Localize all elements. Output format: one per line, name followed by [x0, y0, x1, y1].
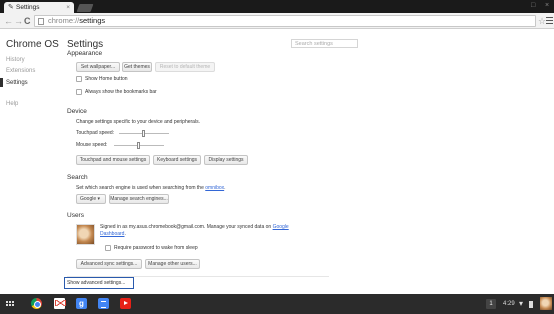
require-password-label: Require password to wake from sleep — [114, 245, 198, 251]
sidebar-item-extensions[interactable]: Extensions — [6, 68, 35, 74]
search-heading: Search — [67, 174, 88, 181]
google-dashboard-link-1[interactable]: Google — [273, 224, 289, 230]
clock[interactable]: 4:29 — [503, 299, 515, 309]
touchpad-speed-label: Touchpad speed: — [76, 130, 115, 136]
page-title: Settings — [67, 39, 104, 50]
mouse-speed-label: Mouse speed: — [76, 142, 108, 148]
search-settings-input[interactable]: Search settings — [291, 39, 358, 48]
battery-icon[interactable] — [529, 301, 533, 308]
sidebar-item-help[interactable]: Help — [6, 101, 18, 107]
search-app-icon[interactable]: g — [76, 298, 87, 309]
app-launcher-icon[interactable] — [6, 301, 14, 308]
search-engine-select[interactable]: Google ▾ — [76, 194, 106, 204]
appearance-heading: Appearance — [67, 50, 103, 57]
get-themes-button[interactable]: Get themes — [122, 62, 152, 72]
set-wallpaper-button[interactable]: Set wallpaper... — [76, 62, 120, 72]
search-description: Set which search engine is used when sea… — [76, 185, 226, 191]
bookmarks-bar-label: Always show the bookmarks bar — [85, 89, 157, 95]
gmail-app-icon[interactable] — [54, 298, 66, 309]
mouse-slider-thumb[interactable] — [137, 142, 140, 149]
touchpad-slider-thumb[interactable] — [142, 130, 145, 137]
device-heading: Device — [67, 108, 87, 115]
touchpad-mouse-settings-button[interactable]: Touchpad and mouse settings — [76, 155, 150, 165]
omnibox-link[interactable]: omnibox — [205, 185, 224, 191]
bookmarks-bar-checkbox[interactable] — [76, 89, 82, 95]
dropdown-arrow-icon: ▾ — [97, 196, 101, 202]
omnibox[interactable]: chrome://settings — [34, 15, 536, 27]
advanced-sync-button[interactable]: Advanced sync settings... — [76, 259, 142, 269]
youtube-app-icon[interactable] — [120, 298, 131, 309]
bookmark-star-icon[interactable]: ☆ — [538, 15, 546, 27]
tray-avatar[interactable] — [540, 297, 552, 310]
user-avatar — [76, 224, 95, 245]
new-tab-button[interactable] — [76, 4, 94, 12]
require-password-checkbox[interactable] — [105, 245, 111, 251]
show-advanced-settings-link[interactable]: Show advanced settings... — [64, 277, 134, 289]
docs-app-icon[interactable] — [98, 298, 109, 309]
menu-icon[interactable] — [546, 17, 553, 24]
page-icon — [38, 17, 44, 25]
touchpad-speed-slider[interactable] — [119, 130, 169, 137]
show-home-button-label: Show Home button — [85, 76, 128, 82]
sidebar-active-marker — [0, 78, 3, 87]
settings-main: Settings Search settings Appearance Set … — [64, 30, 358, 292]
chrome-app-icon[interactable] — [31, 298, 42, 309]
forward-button[interactable]: → — [14, 15, 23, 27]
notification-badge[interactable]: 1 — [486, 299, 496, 309]
display-settings-button[interactable]: Display settings — [204, 155, 248, 165]
reload-button[interactable]: C — [24, 15, 31, 27]
tab-strip: ✎ Settings × □ × — [0, 0, 554, 13]
close-window-button[interactable]: × — [545, 2, 549, 10]
tab-settings[interactable]: ✎ Settings × — [4, 2, 74, 13]
tab-close-button[interactable]: × — [66, 2, 70, 13]
sidebar-item-settings[interactable]: Settings — [6, 80, 28, 86]
show-home-button-checkbox[interactable] — [76, 76, 82, 82]
browser-toolbar: ← → C chrome://settings ☆ — [0, 13, 554, 29]
tab-title: Settings — [16, 4, 40, 11]
signed-in-text: Signed in as my.asus.chromebook@gmail.co… — [100, 224, 289, 230]
mouse-speed-slider[interactable] — [114, 142, 164, 149]
wifi-icon[interactable]: ▾ — [519, 299, 523, 309]
google-dashboard-link-2[interactable]: Dashboard — [100, 231, 124, 237]
keyboard-settings-button[interactable]: Keyboard settings — [153, 155, 201, 165]
users-heading: Users — [67, 212, 84, 219]
reset-theme-button[interactable]: Reset to default theme — [155, 62, 215, 72]
url-text: chrome://settings — [48, 16, 106, 25]
manage-search-engines-button[interactable]: Manage search engines... — [109, 194, 169, 204]
back-button[interactable]: ← — [4, 15, 13, 27]
dashboard-link-line: Dashboard. — [100, 231, 126, 237]
shelf: g 1 4:29 ▾ — [0, 294, 554, 314]
device-description: Change settings specific to your device … — [76, 119, 200, 125]
chromeos-screen: ✎ Settings × □ × ← → C chrome://settings… — [0, 0, 554, 314]
sidebar-item-history[interactable]: History — [6, 57, 25, 63]
sidebar-title: Chrome OS — [6, 39, 59, 50]
manage-other-users-button[interactable]: Manage other users... — [145, 259, 200, 269]
wrench-icon: ✎ — [8, 4, 14, 11]
maximize-button[interactable]: □ — [531, 2, 535, 10]
